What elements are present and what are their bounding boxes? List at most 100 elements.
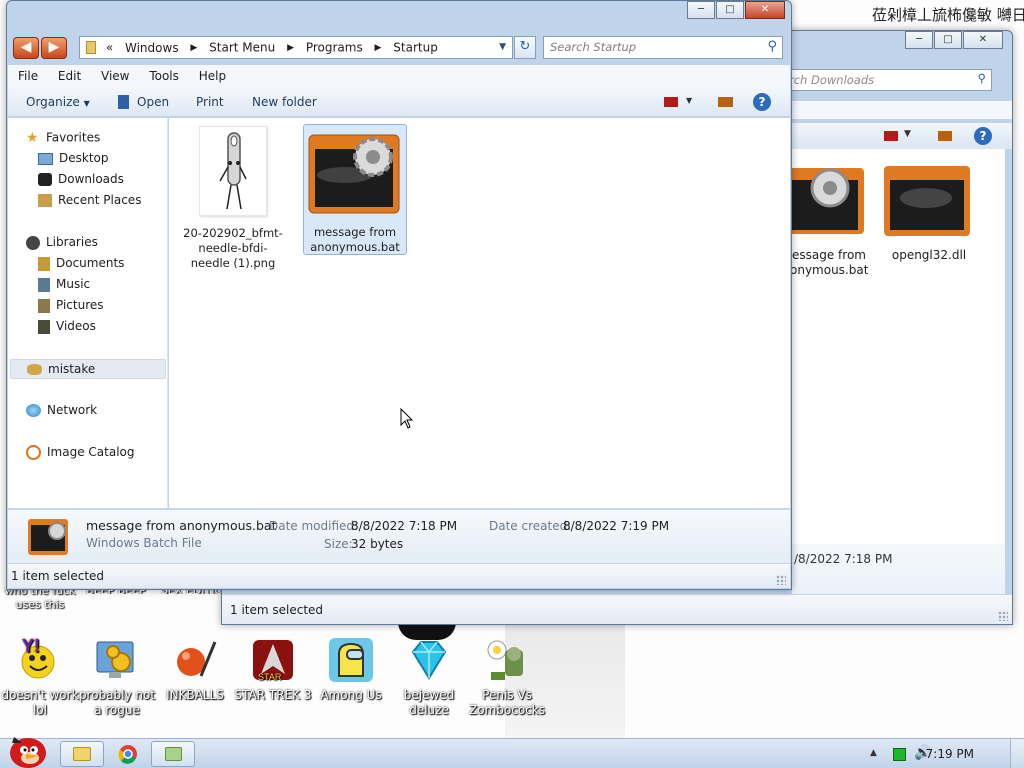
file-item-selected[interactable]: message from anonymous.bat — [303, 124, 407, 255]
desktop-icon-rogue[interactable]: probably not a rogue — [77, 636, 157, 718]
status-bar: 1 item selected — [222, 594, 1012, 624]
search-icon: ⚲ — [767, 39, 777, 54]
breadcrumb-separator-icon[interactable]: ▶ — [190, 43, 197, 53]
print-button[interactable]: Print — [196, 95, 224, 109]
status-text: 1 item selected — [230, 603, 324, 617]
nav-documents[interactable]: Documents — [38, 256, 124, 271]
chevron-down-icon[interactable]: ▼ — [686, 96, 692, 105]
forward-button[interactable]: ▶ — [41, 37, 67, 59]
chevron-down-icon[interactable]: ▼ — [904, 129, 911, 139]
search-input[interactable]: rch Downloads ⚲ — [782, 69, 992, 91]
help-icon[interactable]: ? — [753, 93, 771, 111]
desktop-icon-label: STAR TREK 3 — [234, 688, 312, 702]
preview-pane-icon[interactable] — [938, 131, 952, 141]
network-icon — [26, 404, 41, 417]
taskbar-chrome[interactable] — [110, 741, 146, 767]
refresh-button[interactable]: ↻ — [514, 36, 536, 59]
preview-pane-icon[interactable] — [718, 97, 733, 107]
nav-libraries[interactable]: Libraries — [26, 235, 98, 250]
breadcrumb-separator-icon[interactable]: ▶ — [375, 43, 382, 53]
minimize-button[interactable]: ─ — [687, 1, 715, 19]
resize-grip[interactable] — [776, 575, 786, 585]
resize-grip[interactable] — [998, 611, 1008, 621]
desktop-icon-label: Among Us — [320, 688, 382, 702]
open-button[interactable]: Open — [118, 95, 169, 109]
menu-help[interactable]: Help — [199, 69, 226, 83]
downloads-icon — [38, 173, 52, 186]
chevron-down-icon: ▼ — [83, 99, 90, 108]
nav-desktop[interactable]: Desktop — [38, 151, 109, 165]
desktop-icon-amongus[interactable]: Among Us — [311, 636, 391, 703]
pictures-icon — [38, 298, 50, 313]
among-us-icon — [327, 636, 375, 684]
change-view-icon[interactable] — [664, 97, 678, 107]
nav-network[interactable]: Network — [26, 403, 97, 417]
chevron-down-icon[interactable]: ▼ — [499, 42, 506, 52]
desktop-icon-inkballs[interactable]: INKBALLS — [155, 636, 235, 703]
nav-mistake[interactable]: mistake — [10, 359, 166, 379]
menu-edit[interactable]: Edit — [58, 69, 81, 83]
close-button[interactable]: ✕ — [963, 31, 1003, 49]
nav-music[interactable]: Music — [38, 277, 90, 292]
desktop-icon-pvz[interactable]: Penis Vs Zombococks — [467, 636, 547, 718]
startup-window[interactable]: ─ □ ✕ ◀ ▶ « Windows ▶ Start Menu ▶ Progr… — [6, 0, 792, 590]
menu-file[interactable]: File — [18, 69, 38, 83]
show-hidden-icons-icon[interactable]: ▲ — [870, 748, 877, 758]
angry-bird-icon — [10, 737, 46, 768]
file-name: opengl32.dll — [891, 248, 967, 262]
breadcrumb-start-menu[interactable]: Start Menu — [209, 41, 275, 55]
file-name: essage from onymous.bat — [790, 248, 868, 277]
address-bar[interactable]: « Windows ▶ Start Menu ▶ Programs ▶ Star… — [79, 36, 513, 59]
back-button[interactable]: ◀ — [13, 37, 39, 59]
nav-downloads[interactable]: Downloads — [38, 172, 124, 186]
breadcrumb-startup[interactable]: Startup — [393, 41, 438, 55]
pvz-icon — [483, 636, 531, 684]
clock[interactable]: 7:19 PM — [926, 747, 974, 761]
breadcrumb-separator-icon[interactable]: ▶ — [287, 43, 294, 53]
start-button[interactable] — [4, 731, 50, 768]
desktop-icon-startrek[interactable]: STAR STAR TREK 3 — [233, 636, 313, 703]
network-tray-icon[interactable] — [893, 748, 906, 761]
minimize-button[interactable]: ─ — [905, 31, 933, 49]
batch-file-icon — [790, 158, 868, 242]
nav-favorites[interactable]: ★ Favorites — [26, 130, 100, 146]
view-icon[interactable] — [884, 131, 898, 141]
nav-image-catalog[interactable]: Image Catalog — [26, 445, 134, 460]
file-name: message from anonymous.bat — [310, 225, 400, 254]
image-catalog-icon — [26, 445, 41, 460]
dll-file-icon — [884, 158, 974, 242]
desktop-icon-label: probably not a rogue — [78, 688, 156, 717]
desktop-icon-yahoo[interactable]: Y! doesn't work lol — [0, 636, 80, 718]
nav-pictures[interactable]: Pictures — [38, 298, 104, 313]
nav-recent-places[interactable]: Recent Places — [38, 193, 141, 207]
maximize-button[interactable]: □ — [934, 31, 962, 49]
menu-tools[interactable]: Tools — [149, 69, 179, 83]
show-desktop-button[interactable] — [1010, 739, 1024, 768]
help-icon[interactable]: ? — [974, 127, 992, 145]
taskbar-explorer[interactable] — [60, 741, 104, 767]
folder-icon — [86, 41, 96, 54]
maximize-button[interactable]: □ — [716, 1, 744, 19]
nav-videos[interactable]: Videos — [38, 319, 96, 334]
details-pane: message from anonymous.bat Windows Batch… — [8, 509, 790, 563]
taskbar-explorer-window[interactable] — [151, 741, 195, 767]
breadcrumb-windows[interactable]: Windows — [125, 41, 179, 55]
search-input[interactable]: Search Startup ⚲ — [543, 36, 783, 59]
organize-button[interactable]: Organize ▼ — [26, 95, 90, 109]
navigation-pane: ★ Favorites Desktop Downloads Recent Plac… — [8, 118, 168, 508]
file-item[interactable]: 20-202902_bfmt-needle-bfdi-needle (1).pn… — [181, 126, 285, 271]
image-file-icon — [199, 126, 267, 216]
homegroup-icon — [27, 364, 42, 375]
close-button[interactable]: ✕ — [745, 1, 785, 19]
desktop-icon-label: Penis Vs Zombococks — [469, 688, 545, 717]
file-item[interactable]: essage from onymous.bat — [790, 158, 868, 278]
new-folder-button[interactable]: New folder — [252, 95, 317, 109]
breadcrumb-programs[interactable]: Programs — [306, 41, 363, 55]
size-label: Size: — [324, 537, 353, 551]
address-overflow[interactable]: « — [106, 41, 113, 55]
menu-view[interactable]: View — [101, 69, 129, 83]
desktop-icon-label: bejewed deluze — [403, 688, 455, 717]
search-icon: ⚲ — [977, 71, 986, 85]
file-item[interactable]: opengl32.dll — [884, 158, 974, 263]
desktop-icon-bejeweled[interactable]: bejewed deluze — [389, 636, 469, 718]
